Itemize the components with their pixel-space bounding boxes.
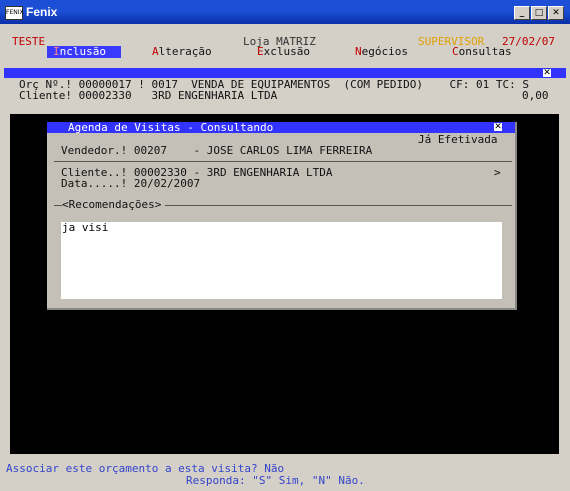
vendedor-field: Vendedor.! 00207 - JOSE CARLOS LIMA FERR… — [61, 144, 373, 157]
dialog-close-icon[interactable]: ✕ — [494, 123, 502, 132]
close-panel-icon[interactable]: ✕ — [543, 69, 551, 78]
menu-hotkey: E — [257, 45, 264, 58]
menu-item-consultas[interactable]: Consultas — [452, 46, 512, 58]
recomendacoes-textarea[interactable] — [61, 222, 502, 299]
menu-label: nclusão — [59, 45, 106, 58]
menu-item-inclusao[interactable]: Inclusão — [47, 46, 121, 58]
menu-label: egócios — [361, 45, 408, 58]
menu-label: lteração — [158, 45, 212, 58]
header-bar — [4, 68, 566, 78]
menu-hotkey: I — [53, 45, 60, 58]
divider — [165, 205, 512, 206]
prompt-answer-hint: Responda: "S" Sim, "N" Não. — [186, 474, 365, 487]
order-client: Cliente! 00002330 3RD ENGENHARIA LTDA — [19, 89, 278, 102]
menu-item-exclusao[interactable]: Exclusão — [257, 46, 310, 58]
menu-item-alteracao[interactable]: Alteração — [152, 46, 212, 58]
dialog-status: Já Efetivada — [418, 133, 498, 146]
app-icon: FENIX — [5, 6, 24, 20]
close-icon[interactable]: ✕ — [548, 6, 564, 20]
menu-label: xclusão — [263, 45, 310, 58]
menu-item-negocios[interactable]: Negócios — [355, 46, 408, 58]
menu-hotkey: N — [355, 45, 362, 58]
menu-hotkey: A — [152, 45, 159, 58]
dialog-title: Agenda de Visitas - Consultando — [68, 121, 274, 134]
menu-hotkey: C — [452, 45, 459, 58]
recomendacoes-label: <Recomendações> — [62, 198, 162, 211]
data-field: Data.....! 20/02/2007 — [61, 177, 201, 190]
order-total: 0,00 — [522, 89, 549, 102]
window-title: Fenix — [26, 5, 58, 19]
menu-label: onsultas — [458, 45, 512, 58]
cliente-arrow-icon[interactable]: > — [494, 167, 501, 179]
recomendacoes-text: ja visi — [62, 221, 109, 234]
divider — [54, 161, 512, 162]
window-titlebar[interactable]: FENIX Fenix _ □ ✕ — [0, 0, 570, 24]
maximize-icon[interactable]: □ — [531, 6, 547, 20]
status-env: TESTE — [12, 35, 46, 48]
minimize-icon[interactable]: _ — [514, 6, 530, 20]
divider — [54, 205, 62, 206]
